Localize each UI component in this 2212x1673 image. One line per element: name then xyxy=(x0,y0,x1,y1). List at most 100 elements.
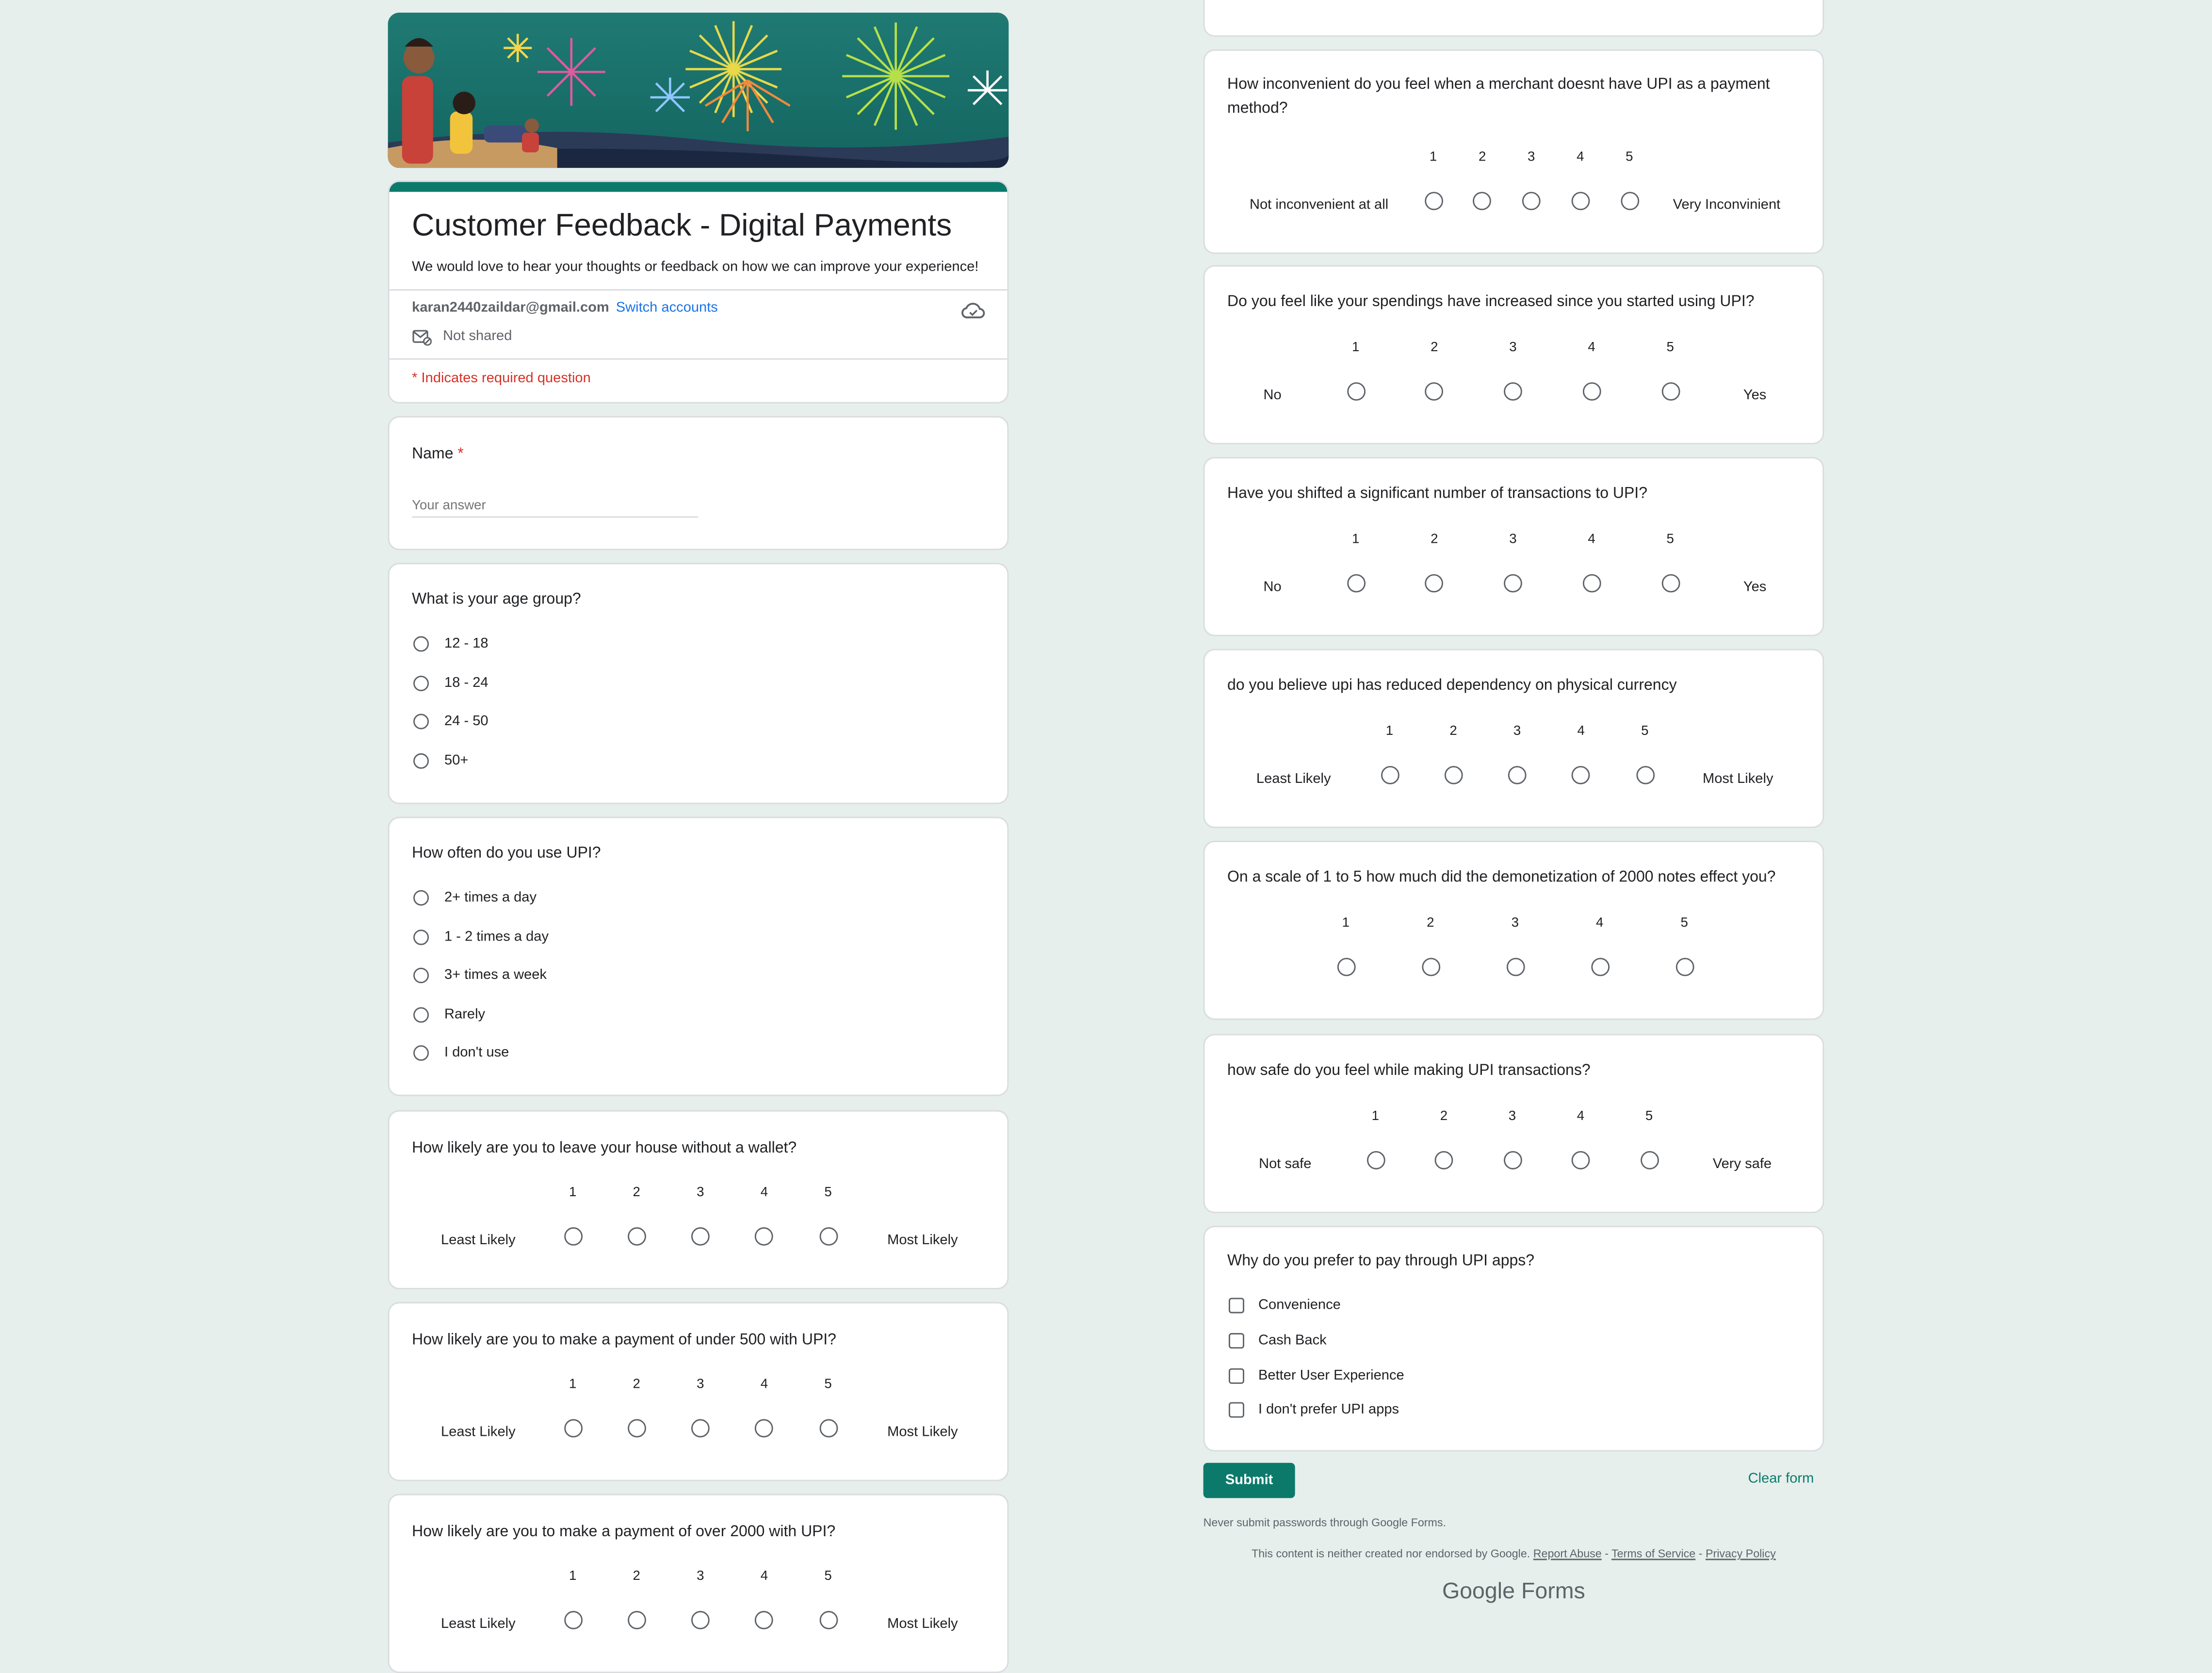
scale-radio-2[interactable] xyxy=(1425,574,1444,593)
scale-radio-5[interactable] xyxy=(819,1227,837,1246)
report-abuse-link[interactable]: Report Abuse xyxy=(1533,1547,1602,1560)
scale-low-label: Not inconvenient at all xyxy=(1249,197,1389,213)
privacy-link[interactable]: Privacy Policy xyxy=(1706,1547,1776,1560)
scale-radio-2[interactable] xyxy=(1421,958,1440,976)
scale-high-label: Very Inconvinient xyxy=(1673,197,1781,213)
scale-radio-2[interactable] xyxy=(1434,1151,1453,1169)
submit-button[interactable]: Submit xyxy=(1203,1462,1295,1498)
checkbox-dont-prefer[interactable] xyxy=(1228,1402,1244,1418)
divider xyxy=(389,358,1008,360)
scale-high-label: Yes xyxy=(1743,388,1767,404)
scale-radio-4[interactable] xyxy=(1582,382,1601,401)
scale-number: 3 xyxy=(697,1568,704,1584)
scale-radio-2[interactable] xyxy=(627,1227,646,1246)
scale-radio-4[interactable] xyxy=(1582,574,1601,593)
scale-radio-5[interactable] xyxy=(1635,766,1654,784)
frequency-radio-2[interactable] xyxy=(413,929,429,945)
scale-radio-4[interactable] xyxy=(1571,1151,1590,1169)
terms-link[interactable]: Terms of Service xyxy=(1611,1547,1695,1560)
scale-radio-4[interactable] xyxy=(1572,766,1591,784)
scale-number: 1 xyxy=(569,1377,577,1393)
scale-number: 5 xyxy=(824,1377,832,1393)
scale-radio-4[interactable] xyxy=(1590,958,1609,976)
scale-radio-3[interactable] xyxy=(691,1227,710,1246)
scale-number: 1 xyxy=(1429,149,1437,165)
option-label: I don't prefer UPI apps xyxy=(1258,1402,1399,1418)
scale-high-label: Most Likely xyxy=(887,1233,958,1249)
scale-radio-2[interactable] xyxy=(627,1611,646,1629)
scale-question-card: On a scale of 1 to 5 how much did the de… xyxy=(1203,841,1824,1020)
scale-radio-3[interactable] xyxy=(691,1611,710,1629)
scale-low-label: Not safe xyxy=(1259,1156,1312,1172)
scale-high-label: Most Likely xyxy=(887,1425,958,1441)
scale-radio-1[interactable] xyxy=(563,1419,582,1438)
scale-radio-1[interactable] xyxy=(1424,192,1443,211)
scale-number: 3 xyxy=(1513,723,1521,739)
age-radio-24-50[interactable] xyxy=(413,714,429,730)
scale-radio-1[interactable] xyxy=(563,1611,582,1629)
not-shared-icon xyxy=(412,327,432,353)
scale-number: 3 xyxy=(1511,915,1519,931)
scale-radio-2[interactable] xyxy=(1425,382,1444,401)
scale-number: 4 xyxy=(1577,1108,1585,1124)
checkbox-cash-back[interactable] xyxy=(1228,1333,1244,1349)
switch-accounts-link[interactable]: Switch accounts xyxy=(616,300,718,316)
frequency-radio-1[interactable] xyxy=(413,890,429,906)
scale-radio-3[interactable] xyxy=(1522,192,1541,211)
question-title: Why do you prefer to pay through UPI app… xyxy=(1227,1252,1535,1270)
name-input[interactable] xyxy=(412,493,699,518)
scale-radio-5[interactable] xyxy=(819,1419,837,1438)
option-label: 3+ times a week xyxy=(444,967,547,983)
question-age-group: What is your age group? 12 - 18 18 - 24 … xyxy=(388,563,1009,804)
clear-form-button[interactable]: Clear form xyxy=(1721,1471,1841,1487)
scale-radio-4[interactable] xyxy=(755,1227,774,1246)
scale-number: 2 xyxy=(1431,532,1438,548)
scale-radio-5[interactable] xyxy=(1640,1151,1659,1169)
scale-radio-1[interactable] xyxy=(1336,958,1355,976)
scale-radio-3[interactable] xyxy=(1504,382,1522,401)
scale-number: 5 xyxy=(1666,340,1674,356)
scale-radio-2[interactable] xyxy=(1473,192,1492,211)
question-title: Have you shifted a significant number of… xyxy=(1227,485,1648,503)
scale-radio-1[interactable] xyxy=(1380,766,1399,784)
checkbox-convenience[interactable] xyxy=(1228,1298,1244,1314)
scale-number: 4 xyxy=(1588,340,1595,356)
scale-radio-3[interactable] xyxy=(1503,1151,1522,1169)
scale-radio-1[interactable] xyxy=(563,1227,582,1246)
scale-question-card: how safe do you feel while making UPI tr… xyxy=(1203,1034,1824,1213)
question-title: do you believe upi has reduced dependenc… xyxy=(1227,677,1677,694)
frequency-radio-4[interactable] xyxy=(413,1007,429,1023)
age-radio-12-18[interactable] xyxy=(413,636,429,652)
scale-radio-5[interactable] xyxy=(1675,958,1694,976)
scale-number: 2 xyxy=(1478,149,1486,165)
scale-radio-2[interactable] xyxy=(627,1419,646,1438)
scale-question-card: Have you shifted a significant number of… xyxy=(1203,457,1824,636)
scale-number: 1 xyxy=(1371,1108,1380,1124)
scale-radio-2[interactable] xyxy=(1444,766,1463,784)
age-radio-18-24[interactable] xyxy=(413,675,429,691)
scale-radio-4[interactable] xyxy=(755,1419,774,1438)
option-label: 24 - 50 xyxy=(444,714,488,730)
scale-radio-4[interactable] xyxy=(1571,192,1590,211)
scale-radio-4[interactable] xyxy=(755,1611,774,1629)
age-radio-50-plus[interactable] xyxy=(413,753,429,769)
header-banner xyxy=(388,13,1009,168)
scale-radio-3[interactable] xyxy=(691,1419,710,1438)
scale-low-label: Least Likely xyxy=(441,1425,516,1441)
scale-number: 2 xyxy=(633,1185,640,1201)
scale-radio-3[interactable] xyxy=(1504,574,1522,593)
scale-radio-5[interactable] xyxy=(1661,574,1680,593)
frequency-radio-3[interactable] xyxy=(413,967,429,983)
scale-radio-5[interactable] xyxy=(819,1611,837,1629)
question-name: Name * xyxy=(388,416,1009,551)
scale-radio-3[interactable] xyxy=(1508,766,1527,784)
account-row: karan2440zaildar@gmail.com Switch accoun… xyxy=(412,300,718,316)
scale-question-card: do you believe upi has reduced dependenc… xyxy=(1203,649,1824,828)
frequency-radio-5[interactable] xyxy=(413,1045,429,1061)
scale-radio-5[interactable] xyxy=(1620,192,1639,211)
checkbox-better-user-experience[interactable] xyxy=(1228,1368,1244,1384)
scale-radio-3[interactable] xyxy=(1506,958,1525,976)
scale-question-card: How likely are you to leave your house w… xyxy=(388,1110,1009,1290)
scale-number: 4 xyxy=(1588,532,1595,548)
scale-radio-5[interactable] xyxy=(1661,382,1680,401)
